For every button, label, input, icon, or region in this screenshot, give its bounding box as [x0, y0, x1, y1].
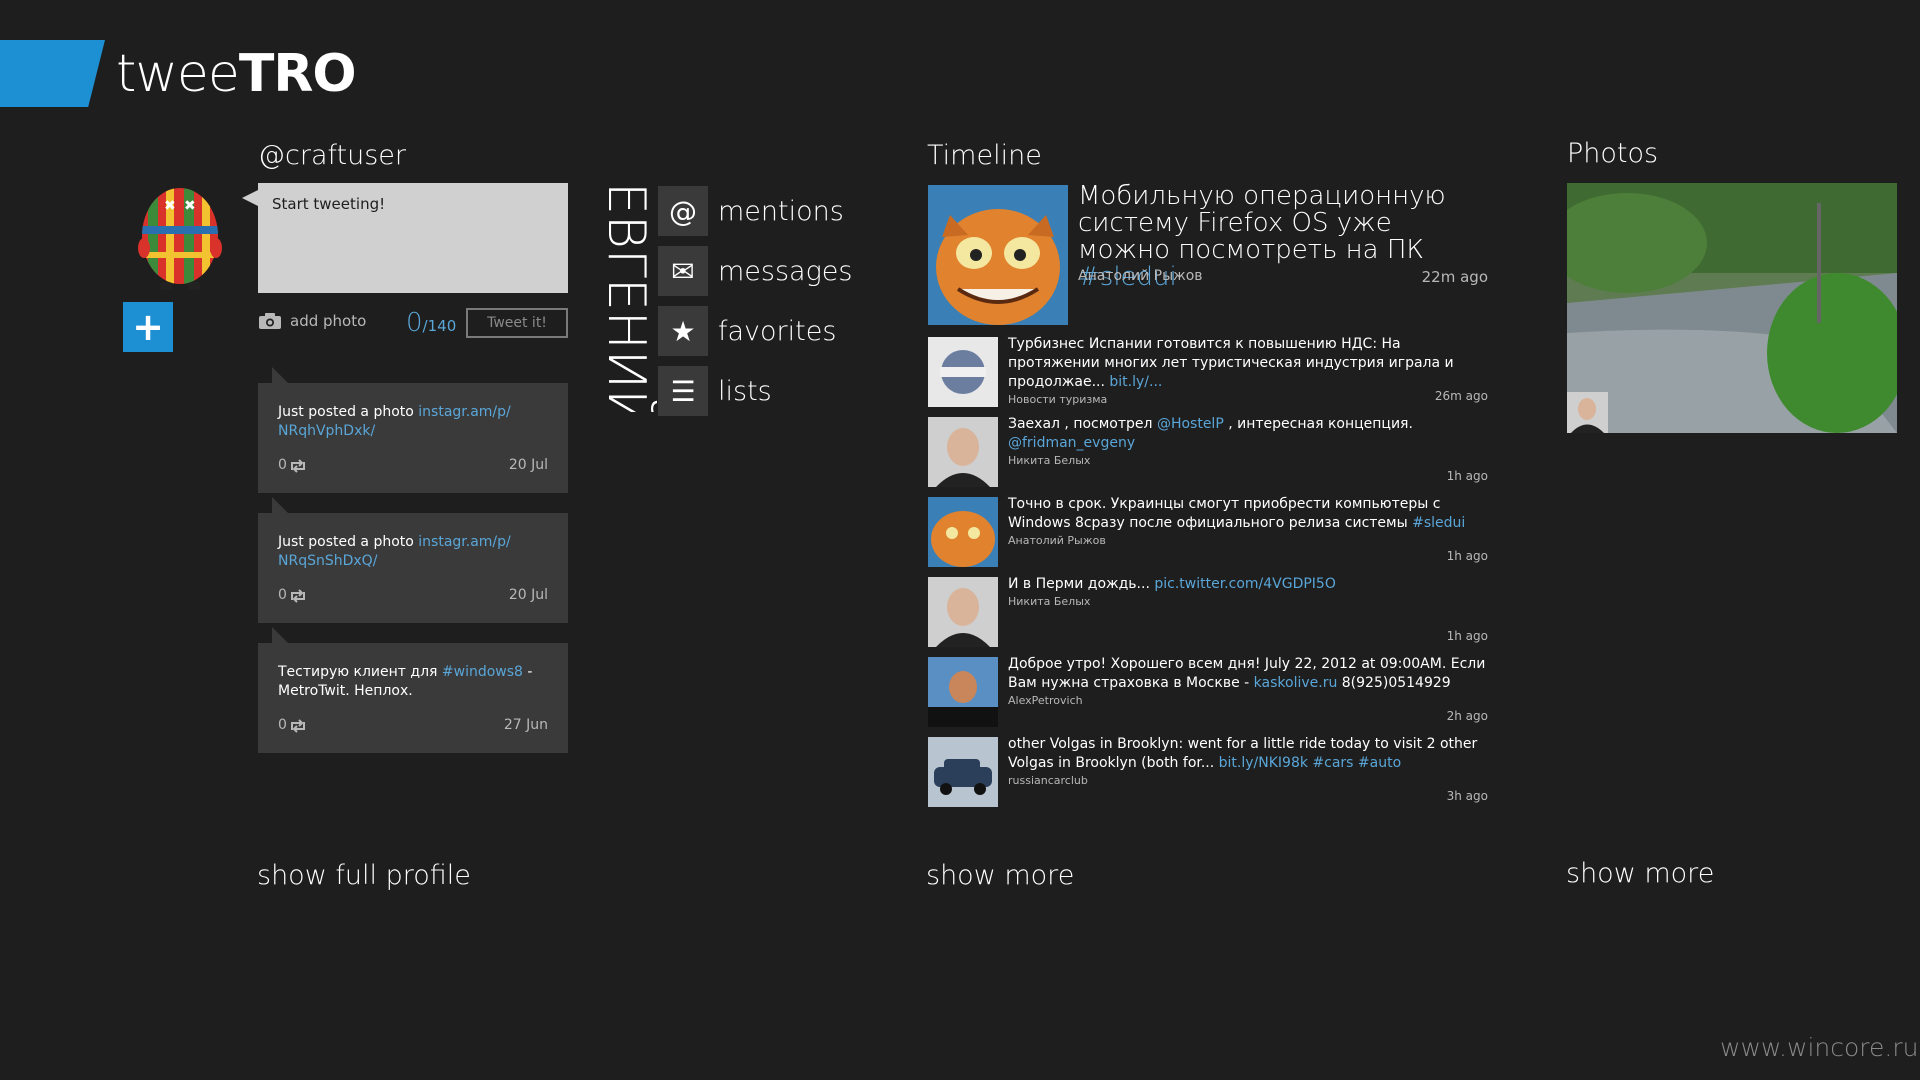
compose-tweet-input[interactable]: Start tweeting! — [258, 183, 568, 293]
show-full-profile-link[interactable]: show full profile — [257, 860, 471, 891]
tweet-author[interactable]: AlexPetrovich — [1008, 693, 1488, 709]
add-photo-label: add photo — [290, 312, 367, 330]
featured-tweet-image[interactable] — [928, 185, 1068, 325]
author-avatar[interactable] — [928, 577, 998, 647]
tweet-date: 20 Jul — [508, 587, 548, 603]
nav-lists[interactable]: ☰ lists — [658, 366, 772, 416]
tweet-author[interactable]: Новости туризма — [1008, 392, 1488, 408]
timeline-show-more-link[interactable]: show more — [926, 860, 1074, 891]
tweet-button[interactable]: Tweet it! — [466, 308, 568, 338]
timeline-item[interactable]: Заехал , посмотрел @HostelP , интересная… — [928, 415, 1490, 487]
own-tweet-card[interactable]: Тестирую клиент для #windows8 - MetroTwi… — [258, 627, 568, 753]
retweet-icon — [290, 588, 305, 603]
tweet-link[interactable]: bit.ly/... — [1109, 374, 1162, 390]
camera-icon — [259, 313, 281, 329]
list-icon: ☰ — [658, 366, 708, 416]
tweet-time: 3h ago — [1446, 789, 1488, 803]
user-avatar[interactable]: ✖ ✖ — [134, 182, 226, 294]
compose-placeholder: Start tweeting! — [272, 195, 386, 213]
nav-messages[interactable]: ✉ messages — [658, 246, 852, 296]
tweet-author[interactable]: Никита Белых — [1008, 594, 1488, 610]
nav-favorites[interactable]: ★ favorites — [658, 306, 836, 356]
tweet-time: 2h ago — [1446, 709, 1488, 723]
author-avatar[interactable] — [928, 417, 998, 487]
author-avatar[interactable] — [928, 497, 998, 567]
timeline-title: Timeline — [927, 140, 1042, 171]
tweet-author[interactable]: Анатолий Рыжов — [1008, 533, 1488, 549]
tweet-author[interactable]: Никита Белых — [1008, 453, 1488, 469]
envelope-icon: ✉ — [658, 246, 708, 296]
photos-title: Photos — [1567, 138, 1659, 169]
app-logo: tweeTRO — [116, 44, 357, 104]
tweet-time: 1h ago — [1446, 469, 1488, 483]
compose-bubble-tail — [242, 190, 258, 206]
own-tweet-card[interactable]: Just posted a photo instagr.am/p/ NRqhVp… — [258, 367, 568, 493]
char-counter: 0/140 — [406, 308, 457, 338]
timeline-item[interactable]: other Volgas in Brooklyn: went for a lit… — [928, 735, 1490, 807]
retweet-count[interactable]: 0 — [278, 456, 307, 475]
author-avatar[interactable] — [928, 737, 998, 807]
retweet-count[interactable]: 0 — [278, 716, 307, 735]
nav-mentions[interactable]: @ mentions — [658, 186, 844, 236]
star-icon: ★ — [658, 306, 708, 356]
brand-accent-bar — [0, 40, 105, 107]
timeline-item[interactable]: И в Перми дождь... pic.twitter.com/4VGDP… — [928, 575, 1490, 647]
tweet-date: 27 Jun — [503, 717, 548, 733]
featured-tweet-time: 22m ago — [1421, 268, 1488, 286]
timeline-item[interactable]: Турбизнес Испании готовится к повышению … — [928, 335, 1490, 407]
tweet-hashtag[interactable]: #sledui — [1412, 515, 1465, 531]
own-tweet-card[interactable]: Just posted a photo instagr.am/p/ NRqSnS… — [258, 497, 568, 623]
featured-tweet-author[interactable]: Анатолий Рыжов — [1078, 268, 1203, 284]
add-photo-button[interactable]: add photo — [258, 312, 366, 330]
profile-username[interactable]: @craftuser — [258, 140, 406, 171]
svg-text:✖: ✖ — [164, 198, 176, 214]
tweet-hashtag[interactable]: #windows8 — [442, 664, 523, 680]
tweet-link[interactable]: bit.ly/NKI98k #cars #auto — [1219, 755, 1402, 771]
tweet-mention[interactable]: @fridman_evgeny — [1008, 435, 1135, 451]
vertical-display-name: ЕВГЕНИЙ — [598, 182, 656, 412]
retweet-count[interactable]: 0 — [278, 586, 307, 605]
add-account-button[interactable]: + — [123, 302, 173, 352]
retweet-icon — [290, 458, 305, 473]
tweet-date: 20 Jul — [508, 457, 548, 473]
at-icon: @ — [658, 186, 708, 236]
watermark: www.wincore.ru — [1720, 1033, 1919, 1062]
tweet-link[interactable]: kaskolive.ru — [1254, 675, 1338, 691]
tweet-time: 26m ago — [1434, 389, 1488, 403]
tweet-time: 1h ago — [1446, 549, 1488, 563]
retweet-icon — [290, 718, 305, 733]
svg-text:✖: ✖ — [184, 198, 196, 214]
author-avatar[interactable] — [928, 657, 998, 727]
tweet-time: 1h ago — [1446, 629, 1488, 643]
tweet-link[interactable]: pic.twitter.com/4VGDPI5O — [1154, 576, 1336, 592]
tweet-mention[interactable]: @HostelP — [1157, 416, 1224, 432]
timeline-item[interactable]: Точно в срок. Украинцы смогут приобрести… — [928, 495, 1490, 567]
timeline-item[interactable]: Доброе утро! Хорошего всем дня! July 22,… — [928, 655, 1490, 727]
photo-thumbnail[interactable] — [1567, 183, 1897, 433]
tweet-author[interactable]: russiancarclub — [1008, 773, 1488, 789]
photo-author-avatar[interactable] — [1567, 392, 1608, 433]
photos-show-more-link[interactable]: show more — [1566, 858, 1714, 889]
author-avatar[interactable] — [928, 337, 998, 407]
